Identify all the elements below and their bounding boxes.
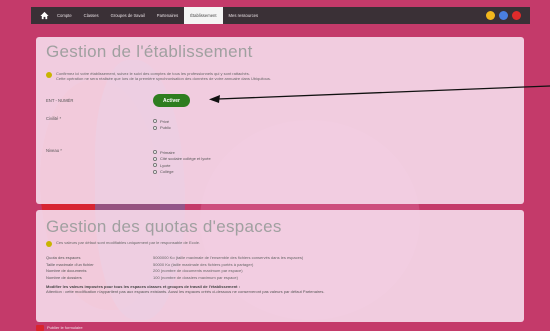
notifications-icon[interactable] — [486, 11, 495, 20]
civilite-label: Civilité * — [46, 116, 62, 121]
radio-button[interactable] — [153, 150, 157, 155]
civilite-radio-group: Privé Public — [153, 118, 171, 131]
radio-button[interactable] — [153, 156, 157, 161]
establishment-info: Confirmez ici votre établissement, suive… — [46, 71, 271, 81]
quotas-table: Quota des espaces 5000000 Ko (taille max… — [46, 255, 303, 281]
radio-option-college[interactable]: Collège — [153, 169, 211, 176]
establishment-title: Gestion de l'établissement — [46, 42, 253, 61]
top-navigation-bar: Compte Classes Groupes de travail Parten… — [31, 7, 530, 24]
home-button[interactable] — [37, 7, 51, 24]
nav-item-compte[interactable]: Compte — [51, 7, 78, 24]
nav-item-partenaires[interactable]: Partenaires — [151, 7, 184, 24]
activate-button[interactable]: Activer — [153, 94, 190, 107]
help-icon[interactable] — [499, 11, 508, 20]
nav-item-classes[interactable]: Classes — [78, 7, 105, 24]
establishment-panel: Gestion de l'établissement Confirmez ici… — [36, 37, 524, 204]
logout-icon[interactable] — [512, 11, 521, 20]
table-row: Nombre de dossiers 100 (nombre de dossie… — [46, 274, 238, 280]
radio-button[interactable] — [153, 125, 157, 130]
niveau-label: Niveau * — [46, 148, 62, 153]
radio-button[interactable] — [153, 119, 157, 124]
info-icon — [46, 72, 52, 78]
bottom-strip: Publier le formulaire — [36, 324, 146, 331]
nav-item-etablissement[interactable]: Établissement — [184, 7, 223, 24]
quotas-panel: Gestion des quotas d'espaces Ces valeurs… — [36, 210, 524, 322]
home-icon — [39, 11, 49, 20]
info-icon — [46, 241, 52, 247]
radio-option-cite-scolaire[interactable]: Cité scolaire collège et lycée — [153, 156, 211, 163]
bottom-label[interactable]: Publier le formulaire — [47, 325, 83, 330]
ent-label: ENT - NUMÉR — [46, 98, 74, 103]
quotas-note: Modifier les valeurs imposées pour tous … — [46, 284, 516, 294]
nav-item-groupes[interactable]: Groupes de travail — [105, 7, 151, 24]
nav-icons — [486, 11, 521, 20]
quotas-info-text: Ces valeurs par défaut sont modifiables … — [56, 240, 201, 245]
nav-item-ressources[interactable]: Mes ressources — [223, 7, 265, 24]
quotas-note-text: Attention : cette modification n'apparti… — [46, 289, 325, 295]
niveau-radio-group: Primaire Cité scolaire collège et lycée … — [153, 149, 211, 175]
radio-button[interactable] — [153, 163, 157, 168]
info-line-2: Cette opération ne sera réalisée que lor… — [56, 76, 272, 81]
radio-option-public[interactable]: Public — [153, 125, 171, 132]
bottom-badge-icon — [36, 324, 44, 331]
radio-button[interactable] — [153, 169, 157, 174]
quotas-title: Gestion des quotas d'espaces — [46, 217, 282, 236]
quotas-info: Ces valeurs par défaut sont modifiables … — [46, 240, 200, 247]
